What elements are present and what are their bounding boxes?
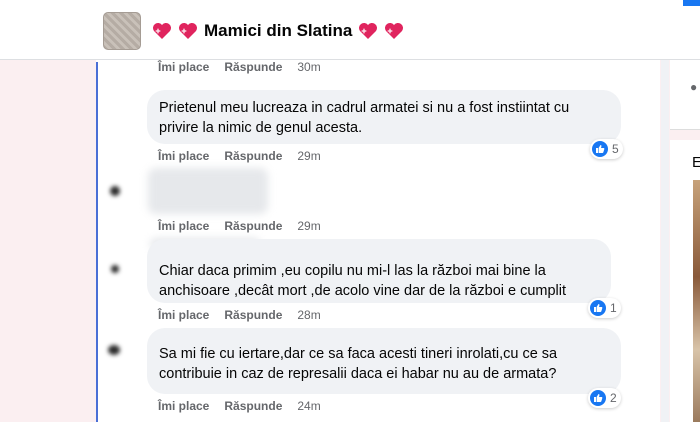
comment-actions: Îmi place Răspunde 29m: [158, 148, 321, 164]
reply-button[interactable]: Răspunde: [224, 219, 282, 233]
reaction-number: 2: [610, 391, 617, 405]
comment-actions: Îmi place Răspunde 28m: [158, 307, 321, 323]
like-button[interactable]: Îmi place: [158, 60, 209, 74]
reply-button[interactable]: Răspunde: [224, 399, 282, 413]
redacted-comment: [148, 168, 268, 214]
comment-actions: Îmi place Răspunde 24m: [158, 398, 321, 414]
like-button[interactable]: Îmi place: [158, 149, 209, 163]
right-sidebar-card: [670, 60, 700, 130]
comment-time[interactable]: 24m: [297, 399, 320, 413]
like-reaction-icon: [590, 390, 606, 406]
redacted-avatar: [111, 265, 119, 273]
comment-text: Chiar daca primim ,eu copilu nu mi-l las…: [159, 263, 567, 299]
reaction-number: 5: [612, 142, 619, 156]
comment-actions: Îmi place Răspunde 29m: [158, 218, 321, 234]
sparkling-heart-icon: [179, 23, 197, 39]
comment-time[interactable]: 28m: [297, 308, 320, 322]
comment-bubble: Prietenul meu lucreaza in cadrul armatei…: [147, 90, 621, 144]
sparkling-heart-icon: [359, 23, 378, 39]
comment-bubble: Chiar daca primim ,eu copilu nu mi-l las…: [147, 239, 611, 303]
like-reaction-icon: [590, 300, 606, 316]
reply-button[interactable]: Răspunde: [224, 149, 282, 163]
like-button[interactable]: Îmi place: [158, 219, 209, 233]
group-avatar[interactable]: [103, 12, 141, 50]
sparkling-heart-icon: [385, 23, 404, 39]
like-button[interactable]: Îmi place: [158, 399, 209, 413]
redacted-avatar: [108, 345, 120, 355]
like-button[interactable]: Îmi place: [158, 308, 209, 322]
sparkling-heart-icon: [153, 23, 171, 39]
comment-text: Prietenul meu lucreaza in cadrul armatei…: [159, 100, 570, 136]
right-sidebar-image[interactable]: [693, 180, 700, 422]
reply-button[interactable]: Răspunde: [224, 60, 282, 74]
like-reaction-icon: [592, 141, 608, 157]
right-sidebar-heading: E: [692, 154, 700, 171]
comment-time[interactable]: 29m: [297, 219, 320, 233]
people-icon: ●: [690, 80, 698, 94]
comment-time[interactable]: 30m: [297, 60, 320, 74]
scrollbar[interactable]: [661, 60, 669, 422]
group-name[interactable]: Mamici din Slatina: [204, 21, 352, 41]
comment-actions: Îmi place Răspunde 30m: [158, 59, 321, 75]
comment-time[interactable]: 29m: [297, 149, 320, 163]
left-background: [0, 60, 96, 422]
comment-bubble: Sa mi fie cu iertare,dar ce sa faca aces…: [147, 328, 621, 394]
comment-text: Sa mi fie cu iertare,dar ce sa faca aces…: [159, 346, 558, 382]
reaction-count[interactable]: 2: [588, 388, 621, 408]
thread-line: [96, 62, 98, 422]
reaction-count[interactable]: 5: [590, 139, 623, 159]
reaction-count[interactable]: 1: [588, 298, 621, 318]
header-accent-strip: [683, 0, 700, 6]
reaction-number: 1: [610, 301, 617, 315]
redacted-avatar: [110, 186, 120, 196]
reply-button[interactable]: Răspunde: [224, 308, 282, 322]
group-header: Mamici din Slatina: [0, 0, 700, 60]
group-title[interactable]: Mamici din Slatina: [152, 19, 404, 43]
